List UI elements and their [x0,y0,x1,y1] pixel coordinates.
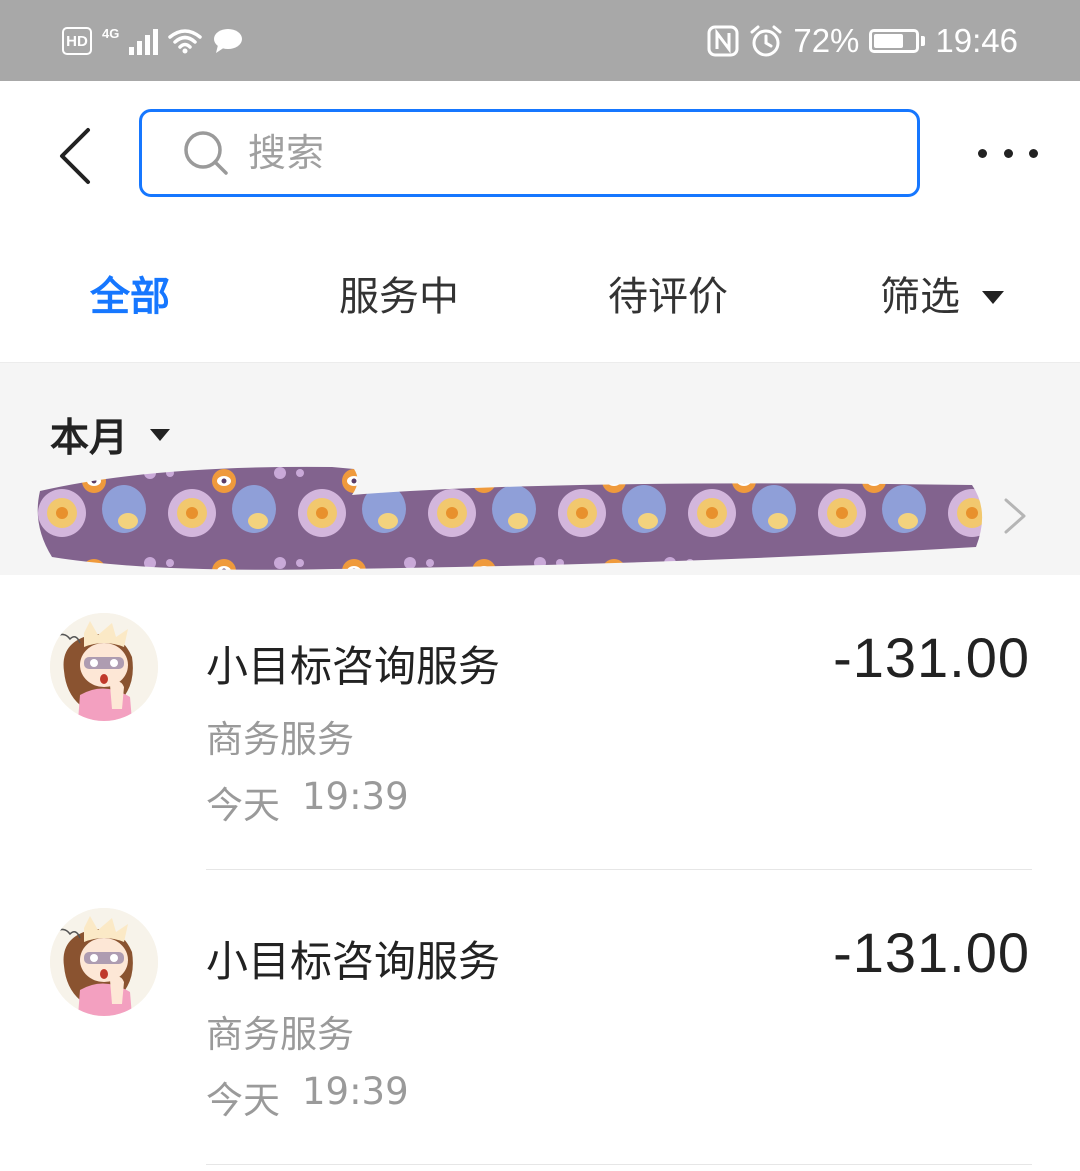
more-icon-dot [1029,148,1038,158]
chat-icon [214,29,243,53]
month-label: 本月 [50,416,129,461]
status-left: HD 4G [62,22,244,60]
transaction-clock: 19:39 [302,1070,409,1113]
tab-in-service[interactable]: 服务中 [339,269,459,325]
dropdown-caret-icon [982,290,1004,304]
search-input[interactable] [246,130,806,176]
tab-all[interactable]: 全部 [90,269,170,325]
tab-filter[interactable]: 筛选 [880,269,1004,325]
transaction-time: 今天 19:39 [206,775,409,829]
transaction-amount: -131.00 [833,626,1030,689]
status-bar: HD 4G 72% 19:46 [0,0,1080,81]
avatar-illustration [50,908,158,1016]
top-bar [0,81,1080,231]
more-icon-dot [1003,148,1013,158]
transaction-category: 商务服务 [206,1013,354,1056]
redaction-scribble [37,466,983,570]
tab-bar: 全部 服务中 待评价 筛选 [0,231,1080,363]
tab-to-review[interactable]: 待评价 [608,269,728,325]
filter-label: 筛选 [880,274,960,320]
transaction-day: 今天 [206,1079,280,1122]
transaction-category: 商务服务 [206,718,354,761]
avatar-illustration [50,613,158,721]
month-section: 本月 [0,363,1080,575]
battery-icon [869,29,926,53]
transaction-row[interactable]: 小目标咨询服务 -131.00 商务服务 今天 19:39 [0,575,1080,870]
more-button[interactable] [978,131,1038,175]
avatar [50,908,158,1016]
transaction-clock: 19:39 [302,775,409,818]
alarm-icon [750,25,782,57]
search-box[interactable] [139,109,920,197]
divider [206,1164,1032,1165]
network-type: 4G [102,25,120,41]
signal-icon [129,27,159,55]
battery-fill [874,34,904,48]
chevron-right-icon[interactable] [1002,496,1028,536]
back-button[interactable] [46,121,102,191]
battery-percent: 72% [793,22,860,59]
nfc-icon [707,25,739,57]
more-icon-dot [978,148,987,158]
back-arrow-icon [60,128,90,184]
clock: 19:46 [935,22,1018,59]
status-right: 72% 19:46 [707,20,1018,62]
search-icon [184,131,228,175]
wifi-icon [168,29,203,54]
month-selector[interactable]: 本月 [50,407,171,463]
dropdown-caret-icon [150,429,171,441]
transaction-title: 小目标咨询服务 [206,937,501,986]
avatar [50,613,158,721]
transaction-time: 今天 19:39 [206,1070,409,1124]
hd-badge: HD [62,27,92,55]
transaction-amount: -131.00 [833,921,1030,984]
transaction-title: 小目标咨询服务 [206,642,501,691]
transaction-day: 今天 [206,784,280,827]
transaction-row[interactable]: 小目标咨询服务 -131.00 商务服务 今天 19:39 [0,870,1080,1165]
